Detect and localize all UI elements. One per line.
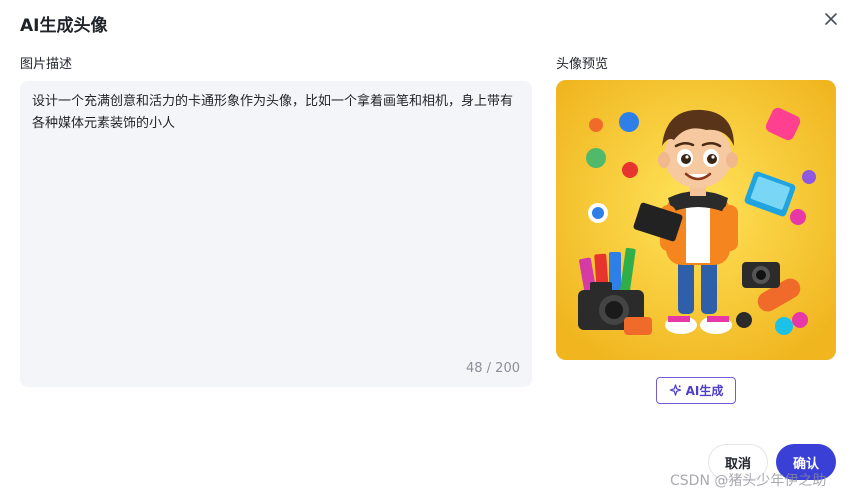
cartoon-avatar-illustration <box>556 80 836 360</box>
close-icon[interactable] <box>820 8 842 30</box>
preview-label: 头像预览 <box>556 57 609 72</box>
watermark-text: CSDN @猪头少年伊之助 <box>670 473 827 489</box>
sparkle-icon <box>669 384 681 396</box>
dialog-title: AI生成头像 <box>20 16 108 36</box>
ai-generate-label: AI生成 <box>685 384 724 398</box>
description-label: 图片描述 <box>20 57 73 72</box>
ai-generate-button[interactable]: AI生成 <box>656 377 736 404</box>
description-field-wrapper: 设计一个充满创意和活力的卡通形象作为头像，比如一个拿着画笔和相机，身上带有各种媒… <box>20 81 532 387</box>
avatar-preview-image <box>556 80 836 360</box>
description-input[interactable]: 设计一个充满创意和活力的卡通形象作为头像，比如一个拿着画笔和相机，身上带有各种媒… <box>20 81 532 387</box>
character-counter: 48 / 200 <box>466 361 520 376</box>
ai-avatar-dialog: AI生成头像 图片描述 头像预览 设计一个充满创意和活力的卡通形象作为头像，比如… <box>0 0 855 494</box>
